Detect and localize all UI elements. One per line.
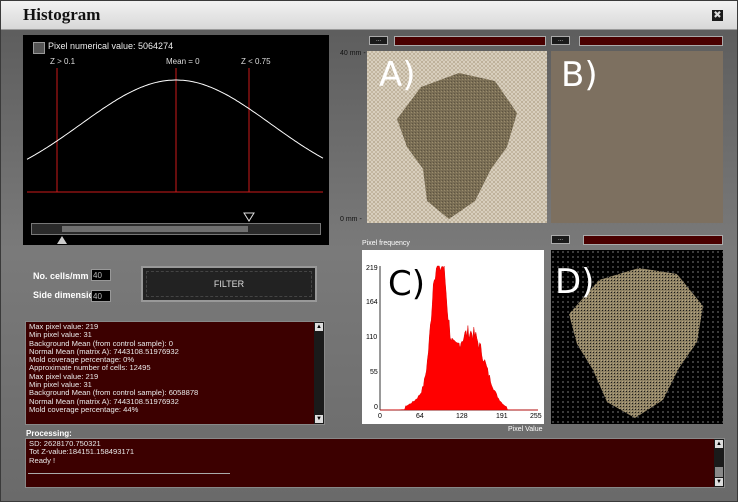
image-a-path-bar [394,36,546,46]
scroll-thumb[interactable] [715,467,723,477]
filter-button[interactable]: FILTER [141,266,317,302]
side-label: Side dimension [33,290,100,300]
image-d: D) [551,250,723,424]
xtick-0: 0 [378,413,382,420]
image-b-path-bar [579,36,723,46]
log-line: Mold coverage percentage: 44% [29,404,139,414]
hist-xlabel: Pixel Value [508,426,543,433]
image-a-button[interactable]: ... [369,36,388,45]
image-d-path-bar [583,235,723,245]
xtick-191: 191 [496,413,508,420]
side-input[interactable]: 40 [91,290,111,302]
scroll-down-icon[interactable]: ▼ [715,478,723,486]
ytick-164: 164 [366,299,378,306]
lower-thumb-layer [57,236,67,244]
processing-scrollbar[interactable]: ▲ ▼ [714,439,724,487]
image-b-label: B) [561,55,598,95]
window-title: Histogram [23,5,101,24]
processing-output[interactable]: SD: 2628170.750321 Tot Z-value:184151.158… [25,438,725,488]
cells-input[interactable]: 40 [91,269,111,281]
ytick-0: 0 [374,404,378,411]
processing-progress-line [28,473,230,474]
scroll-up-icon[interactable]: ▲ [715,440,723,448]
cells-label: No. cells/mm [33,271,89,281]
ytick-219: 219 [366,265,378,272]
log-lines: Max pixel value: 219 Min pixel value: 31 B… [29,322,315,414]
distribution-panel: Pixel numerical value: 5064274 Z > 0.1 M… [23,35,329,245]
ytick-110: 110 [366,334,378,341]
xtick-64: 64 [416,413,424,420]
log-scrollbar[interactable]: ▲ ▼ [314,322,324,424]
scroll-up-icon[interactable]: ▲ [315,323,323,331]
image-d-label: D) [555,262,595,302]
image-a-label: A) [379,55,416,95]
image-d-button[interactable]: ... [551,235,570,244]
image-a: A) [367,51,547,223]
close-icon[interactable]: ✖ [712,10,723,21]
proc-line: Ready ! [29,455,56,465]
image-b-button[interactable]: ... [551,36,570,45]
hist-ylabel: Pixel frequency [362,240,410,247]
histogram-c: C) 219 164 110 55 0 0 64 128 191 255 [362,250,544,424]
image-b: B) [551,51,723,223]
results-log[interactable]: Max pixel value: 219 Min pixel value: 31 B… [25,321,325,425]
lower-slider-thumb [57,236,67,244]
ytick-55: 55 [370,369,378,376]
scale-top-label: 40 mm - [340,50,366,57]
scale-bottom-label: 0 mm - [340,216,362,223]
title-bar: Histogram ✖ [1,1,737,30]
scroll-down-icon[interactable]: ▼ [315,415,323,423]
histogram-window: Histogram ✖ Pixel numerical value: 50642… [0,0,738,502]
processing-lines: SD: 2628170.750321 Tot Z-value:184151.158… [29,439,134,465]
xtick-128: 128 [456,413,468,420]
xtick-255: 255 [530,413,542,420]
processing-label: Processing: [26,429,72,438]
image-c-label: C) [388,264,426,304]
